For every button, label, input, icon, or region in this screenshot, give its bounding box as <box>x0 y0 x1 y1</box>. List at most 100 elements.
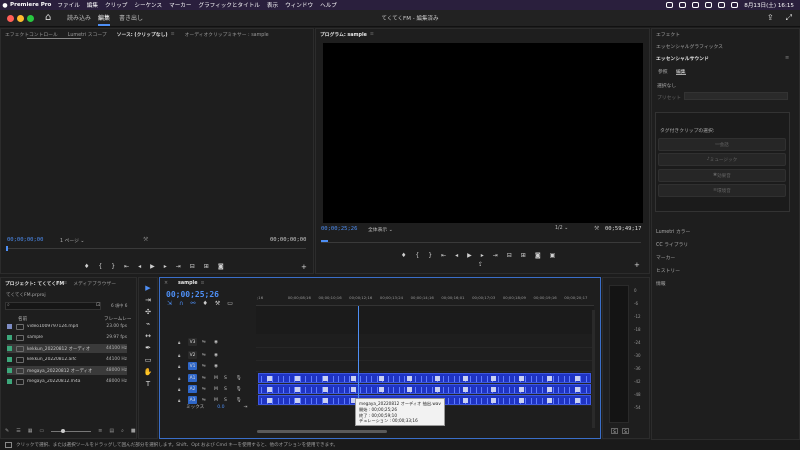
track-select-tool-icon[interactable]: ⇥ <box>143 296 153 304</box>
menu-edit[interactable]: 編集 <box>87 1 98 9</box>
close-sequence-icon[interactable]: × <box>164 281 168 286</box>
camera-icon[interactable]: ◙ <box>218 263 224 270</box>
voice-over-icon[interactable]: 🎙︎ <box>236 387 242 392</box>
menu-file[interactable]: ファイル <box>57 1 79 9</box>
tab-effect-controls[interactable]: エフェクトコントロール <box>5 31 58 38</box>
solo-left-button[interactable]: S <box>611 428 618 434</box>
mark-in-icon[interactable]: { <box>415 252 419 259</box>
mark-out-icon[interactable]: } <box>428 252 432 259</box>
new-bin-icon[interactable]: ⊡ <box>96 302 100 308</box>
automate-icon[interactable]: ▤ <box>109 428 114 434</box>
program-timecode[interactable]: 00;00;25;26 <box>321 226 357 232</box>
mute-button[interactable]: M <box>214 376 218 381</box>
label-color-swatch[interactable] <box>7 357 12 362</box>
time-ruler[interactable]: ;16 00;00;08;16 00;00;10;16 00;00;12;16 00;0… <box>256 292 594 306</box>
apple-icon[interactable]: ● <box>0 2 10 9</box>
list-view-icon[interactable]: ☰ <box>16 428 20 434</box>
solo-button[interactable]: S <box>224 387 227 392</box>
lock-track-icon[interactable]: 🔒︎ <box>178 340 180 346</box>
step-forward-icon[interactable]: ▸ <box>481 252 484 259</box>
track-lane[interactable] <box>256 361 594 372</box>
menu-graphics[interactable]: グラフィックとタイトル <box>198 1 259 9</box>
project-item[interactable]: kekkun_20220812 オーディオ 44100 Hz <box>7 344 127 353</box>
tab-media-browser[interactable]: メディアブラウザー <box>73 280 116 287</box>
play-icon[interactable]: ▶ <box>467 252 472 259</box>
voice-over-icon[interactable]: 🎙︎ <box>236 376 242 381</box>
status-icon[interactable] <box>692 2 700 8</box>
add-button-icon[interactable]: + <box>634 261 640 269</box>
icon-view-icon[interactable]: ▦ <box>28 428 33 434</box>
audio-clip[interactable] <box>258 373 591 383</box>
timeline-playhead[interactable] <box>358 306 359 406</box>
camera-icon[interactable]: ◙ <box>535 252 541 259</box>
nest-icon[interactable]: ⇲ <box>167 300 172 307</box>
menubar-clock[interactable]: 8月13日(土) 16:15 <box>744 1 794 9</box>
dialogue-button[interactable]: ▭ 会話 <box>658 138 786 151</box>
minimize-window-button[interactable] <box>17 15 24 22</box>
track-target-toggle[interactable]: V2 <box>188 351 197 359</box>
go-to-out-icon[interactable]: ⇥ <box>493 252 498 259</box>
history-tab[interactable]: ヒストリー <box>656 267 680 274</box>
solo-button[interactable]: S <box>224 376 227 381</box>
source-playhead[interactable] <box>6 246 8 251</box>
markers-tab[interactable]: マーカー <box>656 254 675 261</box>
extract-icon[interactable]: ⊞ <box>521 252 526 259</box>
workspace-import[interactable]: 読み込み <box>67 13 91 22</box>
project-item[interactable]: sample 29.97 fps <box>7 333 127 342</box>
source-timecode[interactable]: 00;00;00;00 <box>7 237 43 243</box>
essential-sound-tab[interactable]: エッセンシャルサウンド <box>656 55 709 62</box>
export-frame-icon[interactable]: ⇪ <box>478 261 483 268</box>
sync-lock-icon[interactable]: ⇋ <box>202 340 206 345</box>
timeline-timecode[interactable]: 00;00;25;26 <box>166 290 219 299</box>
step-forward-icon[interactable]: ▸ <box>164 263 167 270</box>
search-icon[interactable] <box>731 2 739 8</box>
lumetri-color-tab[interactable]: Lumetri カラー <box>656 228 690 235</box>
label-color-swatch[interactable] <box>7 379 12 384</box>
freeform-view-icon[interactable]: ▭ <box>39 428 44 434</box>
mute-button[interactable]: M <box>214 387 218 392</box>
sfx-button[interactable]: ✱ 効果音 <box>658 169 786 182</box>
step-back-icon[interactable]: ◂ <box>455 252 458 259</box>
timeline-vertical-scrollbar[interactable] <box>592 310 595 428</box>
marker-icon[interactable]: ♦ <box>84 263 89 270</box>
fit-select[interactable]: 全体表示 ⌄ <box>368 226 393 233</box>
preset-dropdown[interactable] <box>684 92 788 100</box>
tab-browse[interactable]: 参照 <box>658 68 668 75</box>
hand-tool-icon[interactable]: ✋ <box>143 368 153 376</box>
effects-panel-tab[interactable]: エフェクト <box>656 31 680 38</box>
project-item[interactable]: megaya_20220812 オーディオ 48000 Hz <box>7 366 127 375</box>
menu-window[interactable]: ウィンドウ <box>285 1 313 9</box>
tab-audio-clip-mixer[interactable]: オーディオクリップミキサー : sample <box>185 31 269 38</box>
add-button-icon[interactable]: + <box>301 263 307 271</box>
panel-menu-icon[interactable]: ≡ <box>63 281 67 286</box>
compare-icon[interactable]: ▣ <box>550 252 556 259</box>
selection-tool-icon[interactable]: ▶ <box>143 284 153 292</box>
panel-menu-icon[interactable]: ≡ <box>785 55 789 61</box>
search-icon[interactable]: ⌕ <box>121 428 124 434</box>
overwrite-icon[interactable]: ⊞ <box>204 263 209 270</box>
project-item[interactable]: kekkun_20220812.aifc 44100 Hz <box>7 355 127 364</box>
lock-track-icon[interactable]: 🔒︎ <box>178 364 180 370</box>
program-video-frame[interactable] <box>323 43 643 223</box>
add-marker-icon[interactable]: ♦ <box>202 300 207 307</box>
lift-icon[interactable]: ⊟ <box>507 252 512 259</box>
label-color-swatch[interactable] <box>7 335 12 340</box>
panel-menu-icon[interactable]: ≡ <box>171 32 175 37</box>
go-to-out-icon[interactable]: ⇥ <box>176 263 181 270</box>
wrench-icon[interactable]: ⚒ <box>143 236 148 243</box>
captions-icon[interactable]: ▭ <box>227 300 233 307</box>
menu-view[interactable]: 表示 <box>267 1 278 9</box>
workspace-export[interactable]: 書き出し <box>119 13 143 22</box>
label-color-swatch[interactable] <box>7 324 12 329</box>
edit-icon[interactable]: ✎ <box>5 428 9 434</box>
essential-graphics-tab[interactable]: エッセンシャルグラフィックス <box>656 43 723 50</box>
track-target-toggle[interactable]: A2 <box>188 385 197 393</box>
tab-lumetri-scopes[interactable]: Lumetri スコープ <box>68 31 107 38</box>
quick-export-icon[interactable]: ⇪ <box>767 13 774 23</box>
lock-track-icon[interactable]: 🔒︎ <box>178 387 180 393</box>
step-back-icon[interactable]: ◂ <box>138 263 141 270</box>
timeline-empty-area[interactable] <box>256 306 594 334</box>
music-button[interactable]: ♪ ミュージック <box>658 153 786 166</box>
slip-tool-icon[interactable]: ↔ <box>143 332 153 340</box>
workspace-edit[interactable]: 編集 <box>98 13 110 22</box>
